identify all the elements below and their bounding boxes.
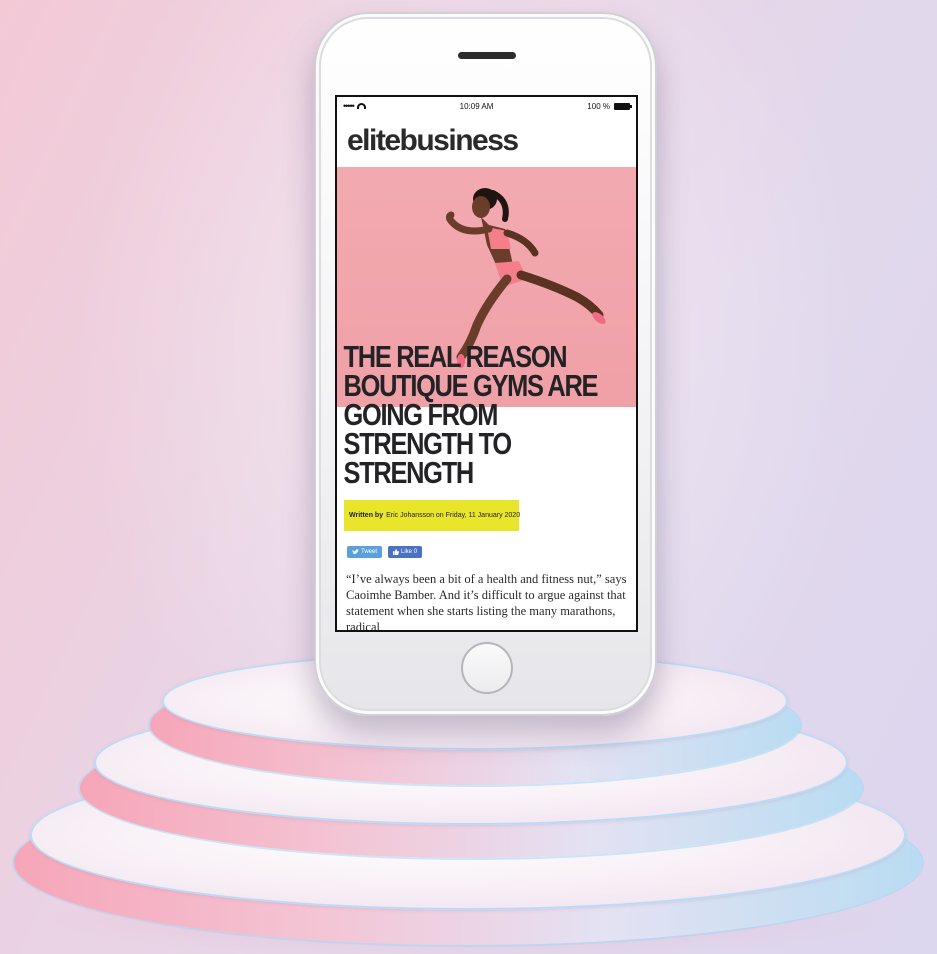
- tweet-label: Tweet: [361, 549, 378, 555]
- wifi-icon: [356, 103, 366, 109]
- battery-percent: 100 %: [587, 101, 610, 111]
- twitter-bird-icon: [352, 549, 359, 554]
- like-button[interactable]: Like 0: [388, 546, 423, 558]
- phone-speaker: [458, 52, 516, 59]
- status-time: 10:09 AM: [459, 101, 494, 111]
- article-body: “I’ve always been a bit of a health and …: [346, 572, 627, 632]
- tweet-button[interactable]: Tweet: [347, 546, 383, 558]
- byline-bar: Written by Eric Johansson on Friday, 11 …: [344, 500, 520, 531]
- site-logo[interactable]: elitebusiness: [337, 115, 636, 167]
- status-bar: ••••• 10:09 AM 100 %: [337, 97, 636, 115]
- headline-container: THE REAL REASON BOUTIQUE GYMS ARE GOING …: [337, 339, 636, 490]
- phone-screen: ••••• 10:09 AM 100 % elitebusiness THE R…: [335, 95, 638, 632]
- battery-indicator: 100 %: [587, 101, 632, 111]
- phone-device: ••••• 10:09 AM 100 % elitebusiness THE R…: [314, 12, 657, 716]
- home-button[interactable]: [461, 642, 513, 694]
- battery-icon: [613, 102, 632, 110]
- signal-indicator: •••••: [343, 101, 366, 111]
- byline-label: Written by: [349, 512, 384, 519]
- byline-text[interactable]: Eric Johansson on Friday, 11 January 202…: [386, 512, 520, 519]
- article-headline: THE REAL REASON BOUTIQUE GYMS ARE GOING …: [343, 339, 599, 490]
- signal-dots: •••••: [343, 101, 355, 111]
- like-label: Like 0: [401, 549, 418, 555]
- social-buttons: Tweet Like 0: [347, 546, 423, 558]
- thumbs-up-icon: [393, 549, 400, 555]
